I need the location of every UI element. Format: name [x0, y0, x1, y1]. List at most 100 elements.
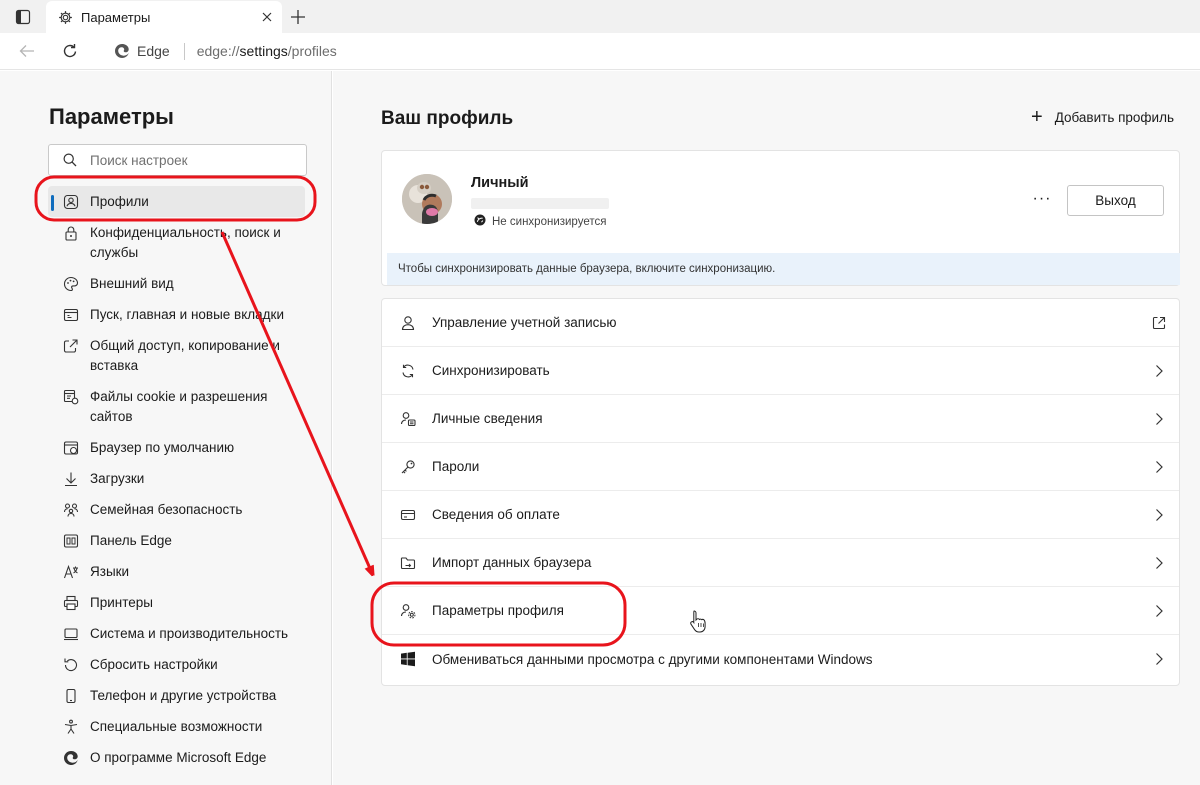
- sidebar-item-profiles[interactable]: Профили: [48, 186, 305, 217]
- search-icon: [63, 153, 77, 167]
- sidebar-item-label: Языки: [90, 564, 130, 579]
- menu-item-import[interactable]: Импорт данных браузера: [382, 539, 1179, 587]
- sidebar-item-start-home[interactable]: Пуск, главная и новые вкладки: [48, 299, 312, 330]
- sidebar-item-label: Семейная безопасность: [90, 502, 243, 517]
- menu-item-personal-info[interactable]: Личные сведения: [382, 395, 1179, 443]
- sidebar-item-label: Система и производительность: [90, 626, 289, 641]
- sidebar-item-phone[interactable]: Телефон и другие устройства: [48, 680, 312, 711]
- refresh-button[interactable]: [56, 37, 84, 65]
- sync-off-icon: [474, 214, 486, 229]
- search-box[interactable]: [48, 144, 307, 176]
- tab-settings[interactable]: Параметры: [46, 1, 282, 33]
- sidebar-item-label: Внешний вид: [90, 276, 174, 291]
- palette-icon: [62, 274, 80, 294]
- address-url: edge://settings/profiles: [197, 43, 337, 59]
- add-profile-label: Добавить профиль: [1054, 109, 1174, 125]
- share-icon: [62, 336, 80, 356]
- sync-icon: [398, 361, 418, 381]
- sidebar-item-label: О программе Microsoft Edge: [90, 750, 267, 765]
- menu-item-label: Параметры профиля: [432, 603, 564, 618]
- sidebar-item-label: Сбросить настройки: [90, 657, 218, 672]
- sidebar-item-downloads[interactable]: Загрузки: [48, 463, 312, 494]
- address-brand: Edge: [137, 43, 170, 59]
- tab-close-button[interactable]: [256, 6, 278, 28]
- edge-logo-icon: [62, 748, 80, 768]
- lock-icon: [62, 223, 80, 243]
- back-button[interactable]: [13, 37, 41, 65]
- profile-menu-card: Управление учетной записью Синхронизиров…: [381, 298, 1180, 686]
- plus-icon: [291, 10, 305, 24]
- sidebar-item-label: Панель Edge: [90, 533, 172, 548]
- external-link-icon: [1149, 313, 1169, 333]
- sidebar-item-label: Файлы cookie и разрешения сайтов: [90, 389, 268, 424]
- sidebar-nav: Профили Конфиденциальность, поиск и служ…: [48, 186, 312, 773]
- profile-name: Личный: [471, 175, 529, 191]
- cookie-icon: [62, 387, 80, 407]
- sidebar-item-system[interactable]: Система и производительность: [48, 618, 312, 649]
- sidebar-item-label: Пуск, главная и новые вкладки: [90, 307, 284, 322]
- logout-button[interactable]: Выход: [1067, 185, 1164, 216]
- sidebar-item-label: Специальные возможности: [90, 719, 263, 734]
- sidebar-item-label: Телефон и другие устройства: [90, 688, 277, 703]
- tab-strip: Параметры: [0, 0, 1200, 33]
- sidebar-item-label: Профили: [90, 194, 149, 209]
- sidebar-item-default-browser[interactable]: Браузер по умолчанию: [48, 432, 312, 463]
- profile-card: Личный Не синхронизируется ··· Выход Что…: [381, 150, 1180, 286]
- menu-item-label: Пароли: [432, 459, 480, 474]
- language-icon: [62, 562, 80, 582]
- avatar: [402, 174, 452, 224]
- add-profile-button[interactable]: + Добавить профиль: [1031, 106, 1174, 128]
- menu-item-label: Личные сведения: [432, 411, 543, 426]
- edge-bar-icon: [62, 531, 80, 551]
- reset-icon: [62, 655, 80, 675]
- sidebar-item-printers[interactable]: Принтеры: [48, 587, 312, 618]
- profile-icon: [62, 192, 80, 212]
- menu-item-passwords[interactable]: Пароли: [382, 443, 1179, 491]
- plus-icon: +: [1031, 106, 1043, 128]
- sidebar-item-languages[interactable]: Языки: [48, 556, 312, 587]
- card-icon: [398, 505, 418, 525]
- family-icon: [62, 500, 80, 520]
- windows-icon: [398, 649, 418, 669]
- system-icon: [62, 624, 80, 644]
- sidebar-item-family-safety[interactable]: Семейная безопасность: [48, 494, 312, 525]
- default-browser-icon: [62, 438, 80, 458]
- sidebar-item-share-copy[interactable]: Общий доступ, копирование и вставка: [48, 330, 312, 381]
- key-icon: [398, 457, 418, 477]
- more-options-button[interactable]: ···: [1031, 190, 1053, 207]
- menu-item-label: Обмениваться данными просмотра с другими…: [432, 651, 873, 667]
- sidebar-item-label: Браузер по умолчанию: [90, 440, 235, 455]
- sidebar-item-edge-bar[interactable]: Панель Edge: [48, 525, 312, 556]
- sidebar-item-label: Общий доступ, копирование и вставка: [90, 338, 280, 373]
- address-bar[interactable]: Edge edge://settings/profiles: [98, 36, 1194, 66]
- chevron-right-icon: [1149, 553, 1169, 573]
- sidebar-item-label: Загрузки: [90, 471, 145, 486]
- printer-icon: [62, 593, 80, 613]
- main-content: Ваш профиль + Добавить профиль Личный Не…: [333, 71, 1200, 785]
- menu-item-account[interactable]: Управление учетной записью: [382, 299, 1179, 347]
- chevron-right-icon: [1149, 457, 1169, 477]
- sidebar-item-privacy[interactable]: Конфиденциальность, поиск и службы: [48, 217, 312, 268]
- new-tab-button[interactable]: [286, 5, 310, 29]
- menu-item-windows-share[interactable]: Обмениваться данными просмотра с другими…: [382, 635, 1179, 683]
- search-input[interactable]: [90, 152, 290, 168]
- download-icon: [62, 469, 80, 489]
- menu-item-profile-settings[interactable]: Параметры профиля: [382, 587, 1179, 635]
- sidebar-item-reset[interactable]: Сбросить настройки: [48, 649, 312, 680]
- toolbar: Edge edge://settings/profiles: [0, 33, 1200, 70]
- url-path: /profiles: [287, 43, 337, 59]
- menu-item-label: Управление учетной записью: [432, 315, 617, 330]
- sidebar-item-cookies[interactable]: Файлы cookie и разрешения сайтов: [48, 381, 312, 432]
- sidebar-title: Параметры: [49, 104, 174, 129]
- tab-actions-button[interactable]: [9, 6, 37, 28]
- sidebar-item-accessibility[interactable]: Специальные возможности: [48, 711, 312, 742]
- profile-settings-icon: [398, 601, 418, 621]
- chevron-right-icon: [1149, 361, 1169, 381]
- menu-item-sync[interactable]: Синхронизировать: [382, 347, 1179, 395]
- chevron-right-icon: [1149, 601, 1169, 621]
- sidebar-item-appearance[interactable]: Внешний вид: [48, 268, 312, 299]
- menu-item-payment[interactable]: Сведения об оплате: [382, 491, 1179, 539]
- refresh-icon: [63, 44, 77, 58]
- sidebar-item-about[interactable]: О программе Microsoft Edge: [48, 742, 312, 773]
- import-icon: [398, 553, 418, 573]
